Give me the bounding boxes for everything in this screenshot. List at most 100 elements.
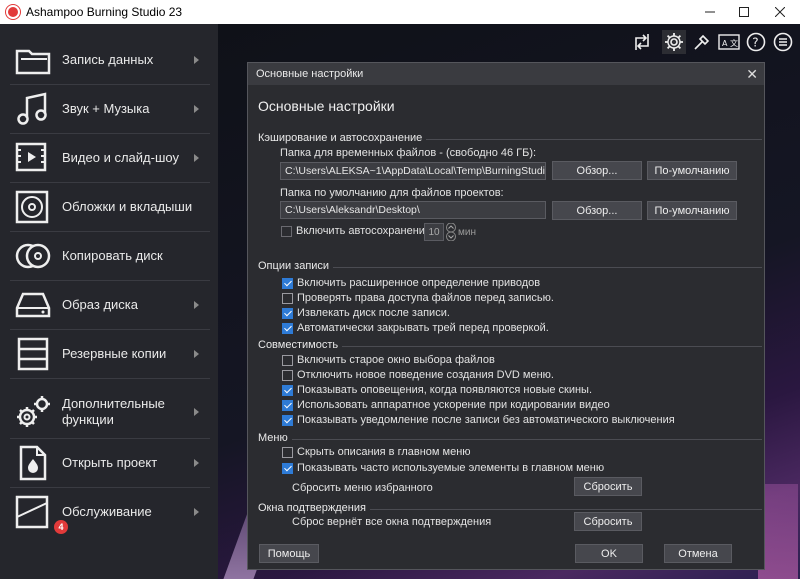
transfer-icon[interactable] bbox=[630, 30, 654, 54]
notification-badge: 4 bbox=[54, 520, 68, 534]
sidebar-item-disc-image[interactable]: Образ диска bbox=[0, 281, 218, 329]
copy-disc-icon bbox=[14, 238, 52, 274]
svg-text:?: ? bbox=[752, 36, 758, 50]
option-label: Отключить новое поведение создания DVD м… bbox=[297, 369, 554, 381]
close-icon[interactable]: ✕ bbox=[746, 66, 758, 83]
default-projects-button[interactable]: По-умолчанию bbox=[647, 201, 737, 220]
browse-temp-button[interactable]: Обзор... bbox=[552, 161, 642, 180]
recording-group: Опции записи bbox=[258, 260, 762, 272]
option-checkbox[interactable] bbox=[282, 447, 293, 458]
cover-icon bbox=[14, 189, 52, 225]
backup-icon bbox=[14, 336, 52, 372]
sidebar-item-video[interactable]: Видео и слайд-шоу bbox=[0, 134, 218, 182]
chevron-right-icon bbox=[194, 508, 199, 516]
sidebar-item-label: Видео и слайд-шоу bbox=[62, 150, 179, 165]
chevron-right-icon bbox=[194, 459, 199, 467]
option-label: Автоматически закрывать трей перед прове… bbox=[297, 322, 549, 334]
reset-confirmations-button[interactable]: Сбросить bbox=[574, 512, 642, 531]
option-label: Показывать часто используемые элементы в… bbox=[297, 462, 605, 474]
projects-folder-label: Папка по умолчанию для файлов проектов: bbox=[280, 187, 504, 199]
close-window-button[interactable] bbox=[760, 0, 800, 24]
option-label: Использовать аппаратное ускорение при ко… bbox=[297, 399, 610, 411]
disc-image-icon bbox=[14, 287, 52, 323]
tools-icon[interactable] bbox=[690, 30, 714, 54]
sidebar-item-open-project[interactable]: Открыть проект bbox=[0, 439, 218, 487]
option-checkbox[interactable] bbox=[282, 415, 293, 426]
projects-folder-field[interactable]: C:\Users\Aleksandr\Desktop\ bbox=[280, 201, 546, 219]
menu-group: Меню bbox=[258, 432, 762, 444]
music-note-icon bbox=[14, 91, 52, 127]
group-title: Совместимость bbox=[258, 339, 343, 351]
sidebar: Запись данных Звук + Музыка Видео и слай… bbox=[0, 24, 218, 579]
chevron-right-icon bbox=[194, 301, 199, 309]
option-label: Показывать оповещения, когда появляются … bbox=[297, 384, 593, 396]
autosave-stepper[interactable] bbox=[445, 222, 457, 242]
option-checkbox[interactable] bbox=[282, 385, 293, 396]
sidebar-item-label: Обложки и вкладыши bbox=[62, 199, 193, 214]
sidebar-item-label: Дополнительные функции bbox=[62, 396, 165, 427]
settings-dialog: Основные настройки ✕ Основные настройки … bbox=[247, 62, 765, 570]
dialog-title: Основные настройки bbox=[256, 68, 364, 80]
browse-projects-button[interactable]: Обзор... bbox=[552, 201, 642, 220]
autosave-checkbox[interactable] bbox=[281, 226, 292, 237]
sidebar-item-label: Запись данных bbox=[62, 52, 154, 67]
sidebar-item-extra-functions[interactable]: Дополнительные функции bbox=[0, 388, 218, 436]
default-temp-button[interactable]: По-умолчанию bbox=[647, 161, 737, 180]
temp-folder-label: Папка для временных файлов - (свободно 4… bbox=[280, 147, 537, 159]
app-logo-icon bbox=[6, 5, 20, 19]
menu-icon[interactable] bbox=[771, 30, 795, 54]
sidebar-item-label: Обслуживание bbox=[62, 504, 152, 519]
sidebar-item-audio[interactable]: Звук + Музыка bbox=[0, 85, 218, 133]
group-title: Кэширование и автосохранение bbox=[258, 132, 427, 144]
option-label: Извлекать диск после записи. bbox=[297, 307, 450, 319]
sidebar-item-data[interactable]: Запись данных bbox=[0, 36, 218, 84]
reset-favorites-label: Сбросить меню избранного bbox=[292, 482, 433, 494]
autosave-label: Включить автосохранение bbox=[296, 225, 432, 237]
video-slideshow-icon bbox=[14, 140, 52, 176]
chevron-right-icon bbox=[194, 408, 199, 416]
reset-favorites-button[interactable]: Сбросить bbox=[574, 477, 642, 496]
sidebar-item-label: Резервные копии bbox=[62, 346, 167, 361]
svg-text:A: A bbox=[722, 39, 728, 48]
sidebar-item-maintenance[interactable]: 4 Обслуживание bbox=[0, 488, 218, 536]
maximize-button[interactable] bbox=[724, 0, 764, 24]
window-titlebar: Ashampoo Burning Studio 23 bbox=[0, 0, 800, 24]
ok-button[interactable]: OK bbox=[575, 544, 643, 563]
option-checkbox[interactable] bbox=[282, 308, 293, 319]
folder-icon bbox=[14, 42, 52, 78]
option-label: Включить расширенное определение приводо… bbox=[297, 277, 541, 289]
language-icon[interactable]: A文 bbox=[717, 30, 741, 54]
option-checkbox[interactable] bbox=[282, 370, 293, 381]
maintenance-icon: 4 bbox=[14, 494, 68, 534]
option-checkbox[interactable] bbox=[282, 293, 293, 304]
sidebar-item-label: Звук + Музыка bbox=[62, 101, 150, 116]
chevron-right-icon bbox=[194, 56, 199, 64]
cancel-button[interactable]: Отмена bbox=[664, 544, 732, 563]
chevron-right-icon bbox=[194, 105, 199, 113]
option-checkbox[interactable] bbox=[282, 323, 293, 334]
option-checkbox[interactable] bbox=[282, 400, 293, 411]
autosave-minutes-input[interactable]: 10 bbox=[424, 223, 444, 241]
option-checkbox[interactable] bbox=[282, 463, 293, 474]
sidebar-item-label: Открыть проект bbox=[62, 455, 158, 470]
temp-folder-field[interactable]: C:\Users\ALEKSA~1\AppData\Local\Temp\Bur… bbox=[280, 162, 546, 180]
option-label: Включить старое окно выбора файлов bbox=[297, 354, 495, 366]
help-icon[interactable]: ? bbox=[744, 30, 768, 54]
sidebar-item-covers[interactable]: Обложки и вкладыши bbox=[0, 183, 218, 231]
sidebar-item-backup[interactable]: Резервные копии bbox=[0, 330, 218, 378]
group-title: Меню bbox=[258, 432, 292, 444]
dialog-heading: Основные настройки bbox=[258, 98, 395, 114]
settings-icon[interactable] bbox=[662, 30, 686, 54]
svg-text:文: 文 bbox=[730, 38, 738, 48]
chevron-right-icon bbox=[194, 350, 199, 358]
sidebar-item-copy-disc[interactable]: Копировать диск bbox=[0, 232, 218, 280]
option-checkbox[interactable] bbox=[282, 355, 293, 366]
confirm-group: Окна подтверждения bbox=[258, 502, 762, 514]
window-title: Ashampoo Burning Studio 23 bbox=[26, 5, 183, 19]
option-checkbox[interactable] bbox=[282, 278, 293, 289]
autosave-unit: мин bbox=[458, 227, 476, 238]
option-label: Показывать уведомление после записи без … bbox=[297, 414, 675, 426]
sidebar-item-label: Образ диска bbox=[62, 297, 138, 312]
dialog-titlebar: Основные настройки ✕ bbox=[248, 63, 764, 85]
help-button[interactable]: Помощь bbox=[259, 544, 319, 563]
